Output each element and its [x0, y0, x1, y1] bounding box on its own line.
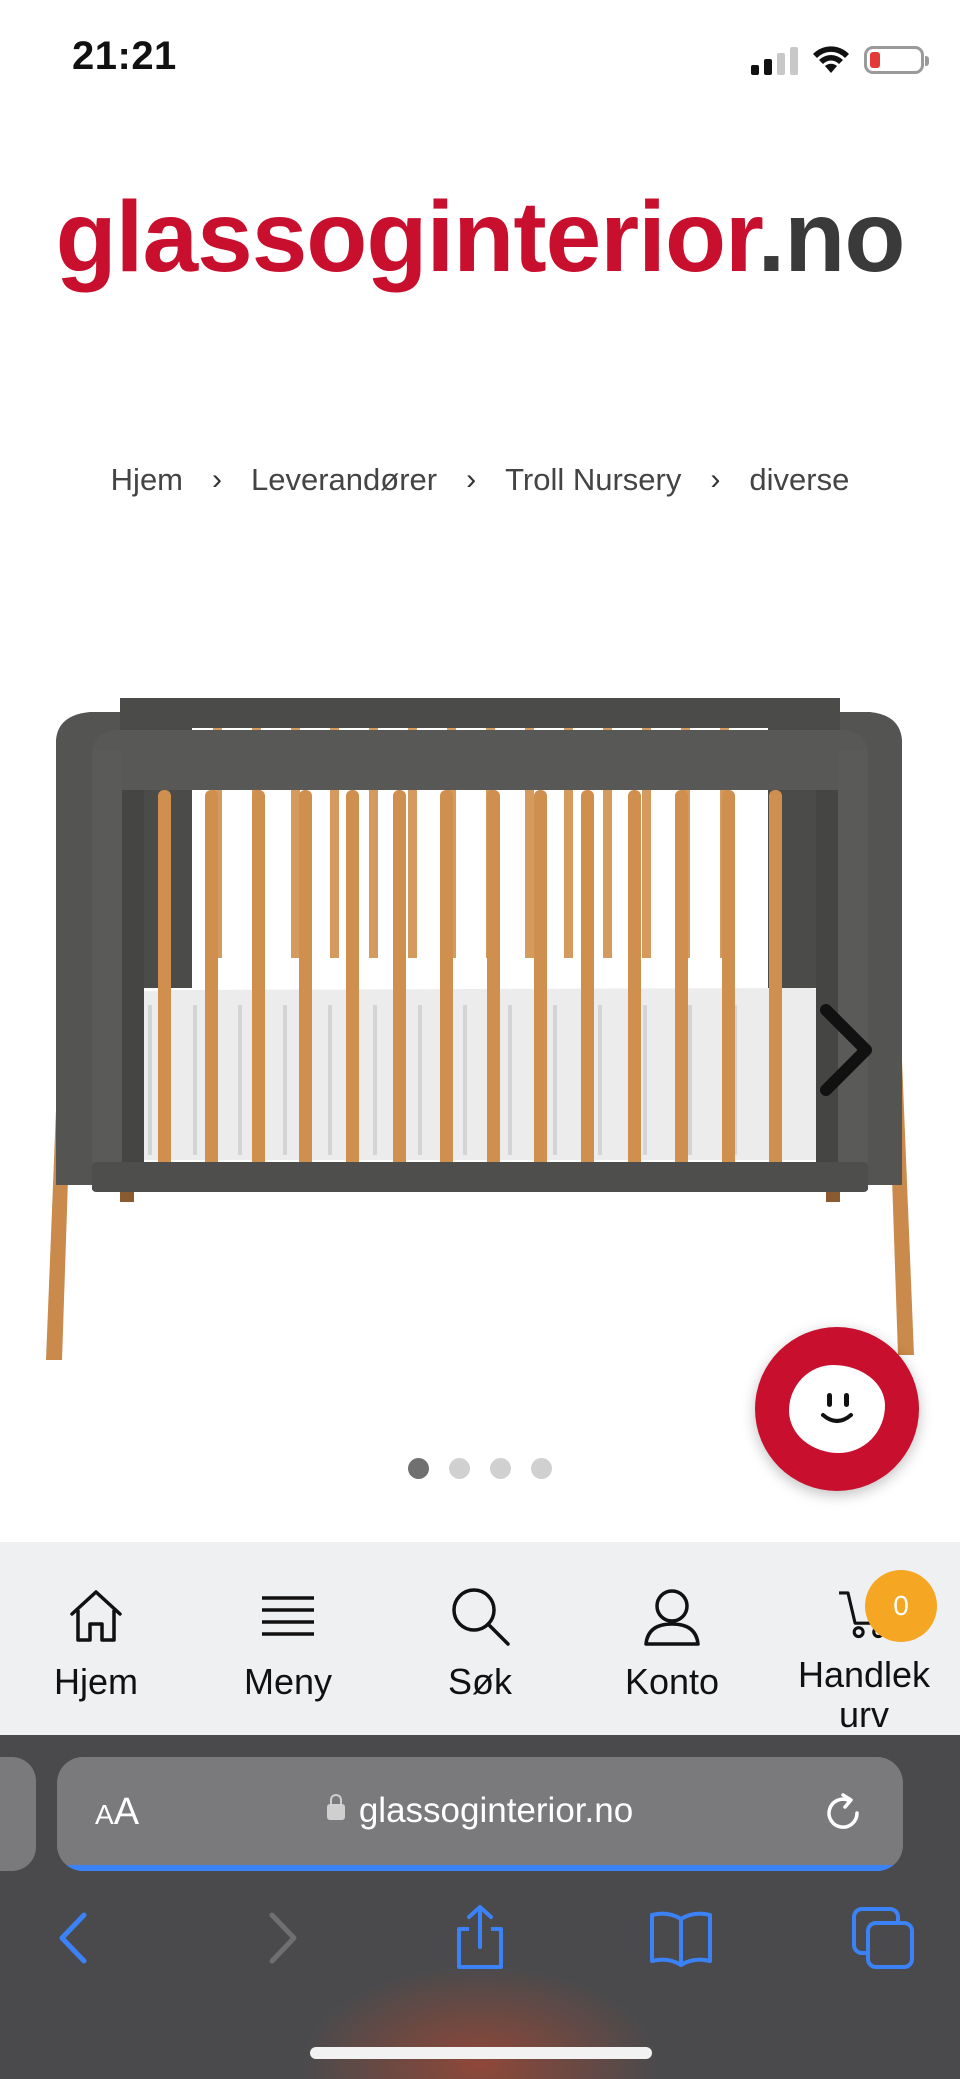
status-icons: [751, 40, 929, 80]
chevron-right-icon: ›: [466, 463, 477, 496]
logo-main-text: glassoginterior: [55, 181, 759, 293]
nav-label: Handlekurv: [797, 1654, 931, 1735]
site-logo[interactable]: glassoginterior.no: [0, 180, 960, 295]
status-bar: 21:21: [0, 0, 960, 120]
home-icon: [70, 1590, 122, 1642]
share-icon[interactable]: [445, 1903, 515, 1973]
site-bottom-nav: Hjem Meny Søk Konto Handlekurv 0: [0, 1542, 960, 1735]
wifi-icon: [813, 46, 849, 73]
breadcrumb-item-diverse: diverse: [749, 462, 850, 497]
breadcrumb-item-leverandorer[interactable]: Leverandører: [247, 462, 441, 498]
logo-tld-text: .no: [757, 181, 905, 293]
nav-label: Konto: [624, 1661, 720, 1702]
menu-icon: [262, 1596, 314, 1636]
chevron-right-icon: ›: [212, 463, 223, 496]
url-display[interactable]: glassoginterior.no: [57, 1791, 903, 1831]
nav-label: Søk: [447, 1661, 512, 1702]
cart-count-badge: 0: [865, 1570, 937, 1642]
nav-item-hjem[interactable]: Hjem: [0, 1542, 192, 1735]
carousel-dot[interactable]: [449, 1458, 470, 1479]
book-icon[interactable]: [646, 1903, 716, 1973]
address-bar[interactable]: AA glassoginterior.no: [57, 1757, 903, 1871]
page-load-progress: [57, 1865, 903, 1871]
browser-chrome: AA glassoginterior.no: [0, 1735, 960, 2079]
chat-face-icon: [789, 1365, 885, 1453]
previous-tab-peek[interactable]: [0, 1757, 36, 1871]
carousel-dot[interactable]: [490, 1458, 511, 1479]
forward-chevron-icon[interactable]: [246, 1903, 316, 1973]
user-icon: [644, 1589, 700, 1646]
url-text: glassoginterior.no: [358, 1791, 634, 1830]
nav-item-meny[interactable]: Meny: [192, 1542, 384, 1735]
tabs-icon[interactable]: [848, 1903, 918, 1973]
battery-level: [870, 52, 880, 68]
battery-icon: [864, 46, 929, 74]
carousel-dot[interactable]: [531, 1458, 552, 1479]
breadcrumb-item-hjem[interactable]: Hjem: [107, 462, 187, 498]
carousel-dot[interactable]: [408, 1458, 429, 1479]
status-time: 21:21: [72, 34, 177, 78]
breadcrumb: Hjem › Leverandører › Troll Nursery › di…: [0, 462, 960, 498]
home-indicator: [310, 2047, 652, 2059]
breadcrumb-item-troll-nursery[interactable]: Troll Nursery: [501, 462, 685, 498]
chat-button[interactable]: [755, 1327, 919, 1491]
chevron-right-icon: ›: [710, 463, 721, 496]
lock-icon: [326, 1794, 345, 1820]
next-image-chevron-icon[interactable]: [810, 1000, 880, 1100]
browser-toolbar: [0, 1885, 960, 1985]
nav-item-handlekurv[interactable]: Handlekurv 0: [768, 1542, 960, 1735]
nav-item-sok[interactable]: Søk: [384, 1542, 576, 1735]
cellular-signal-icon: [751, 45, 798, 75]
nav-label: Hjem: [53, 1661, 138, 1702]
search-icon: [452, 1588, 510, 1646]
nav-item-konto[interactable]: Konto: [576, 1542, 768, 1735]
reload-icon[interactable]: [819, 1789, 867, 1837]
back-chevron-icon[interactable]: [40, 1903, 110, 1973]
nav-label: Meny: [243, 1661, 333, 1702]
